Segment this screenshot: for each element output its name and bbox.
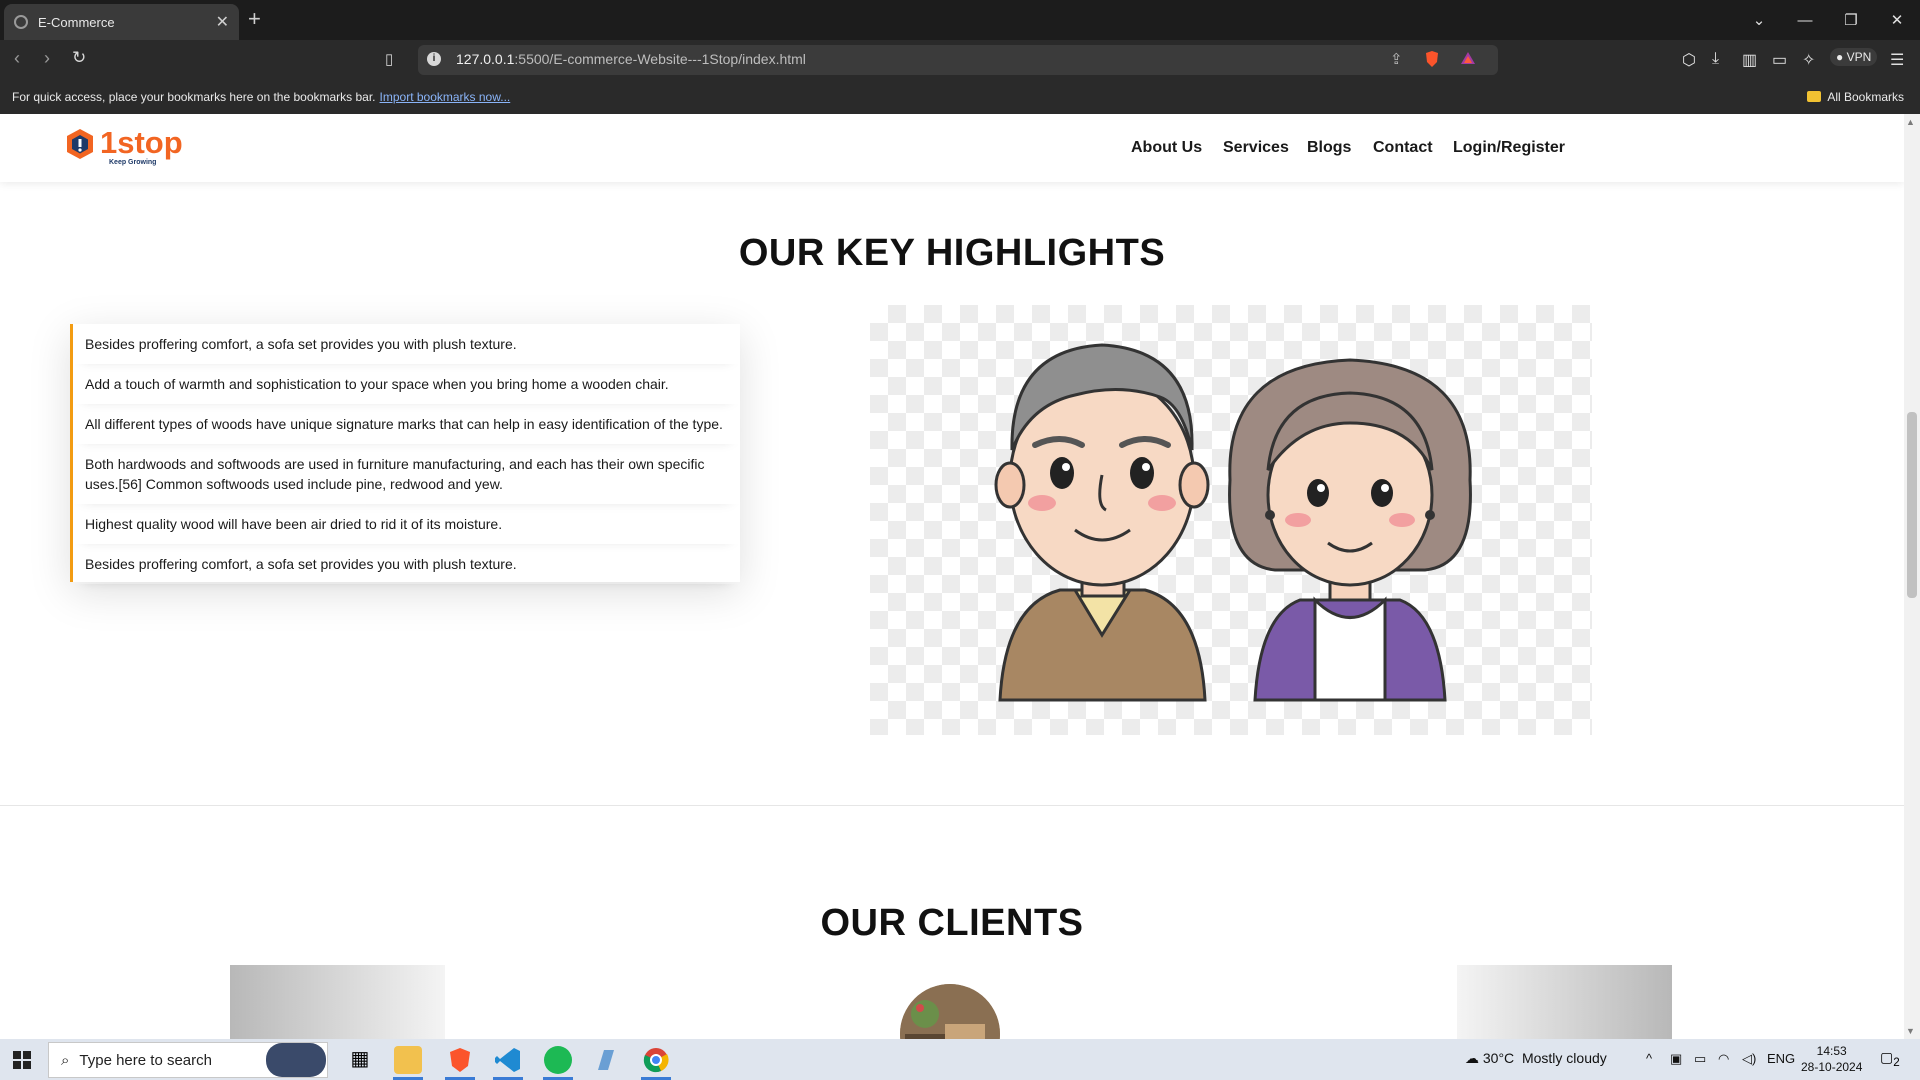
share-icon[interactable]: ⇪ (1390, 50, 1403, 68)
wallet-icon[interactable]: ▭ (1772, 50, 1787, 70)
battery-icon[interactable]: ▭ (1694, 1051, 1706, 1067)
scroll-down-icon[interactable]: ▼ (1906, 1026, 1915, 1036)
weather-widget[interactable]: ☁ 30°C Mostly cloudy (1465, 1050, 1607, 1067)
close-window-icon[interactable]: ✕ (1874, 0, 1920, 40)
bookmarks-bar: For quick access, place your bookmarks h… (0, 80, 1920, 114)
client-card (230, 965, 445, 1039)
chrome-icon[interactable] (642, 1046, 670, 1074)
clients-title: OUR CLIENTS (820, 902, 1084, 944)
scrollbar-thumb[interactable] (1907, 412, 1917, 598)
folder-icon (1807, 91, 1822, 102)
globe-icon (14, 15, 28, 29)
list-item: Besides proffering comfort, a sofa set p… (73, 544, 740, 584)
elderly-couple-illustration (870, 305, 1592, 735)
brave-shield-icon[interactable] (1424, 50, 1440, 72)
import-bookmarks-link[interactable]: Import bookmarks now... (380, 90, 511, 104)
brave-rewards-icon[interactable] (1460, 50, 1476, 70)
back-icon[interactable]: ‹ (14, 48, 20, 69)
file-explorer-icon[interactable] (394, 1046, 422, 1074)
site-info-icon[interactable]: i (427, 52, 441, 66)
vscode-icon[interactable] (494, 1046, 522, 1074)
bookmarks-hint: For quick access, place your bookmarks h… (12, 90, 511, 104)
minimize-icon[interactable]: — (1782, 0, 1828, 40)
woman-figure (1228, 358, 1472, 702)
nav-contact[interactable]: Contact (1373, 139, 1433, 157)
brave-browser-icon[interactable] (446, 1046, 474, 1074)
list-item: Highest quality wood will have been air … (73, 504, 740, 544)
notifications-icon[interactable]: ▢2 (1880, 1049, 1900, 1069)
client-card (1457, 965, 1672, 1039)
show-hidden-icons[interactable]: ^ (1646, 1051, 1652, 1066)
search-placeholder: Type here to search (79, 1051, 212, 1069)
list-item: All different types of woods have unique… (73, 404, 740, 444)
nav-blogs[interactable]: Blogs (1307, 139, 1351, 157)
search-icon: ⌕ (61, 1051, 70, 1069)
url-text[interactable]: 127.0.0.1:5500/E-commerce-Website---1Sto… (456, 51, 806, 67)
reload-icon[interactable]: ↻ (72, 48, 86, 68)
vpn-button[interactable]: ● VPN (1830, 48, 1878, 66)
nav-about-us[interactable]: About Us (1131, 139, 1202, 157)
site-header: 1stop Keep Growing About Us Services Blo… (0, 114, 1904, 182)
page-viewport: 1stop Keep Growing About Us Services Blo… (0, 114, 1904, 1039)
section-divider (0, 805, 1904, 806)
clock[interactable]: 14:53 28-10-2024 (1801, 1043, 1862, 1075)
list-item: Both hardwoods and softwoods are used in… (73, 444, 740, 504)
close-tab-icon[interactable]: ✕ (216, 12, 229, 32)
forward-icon[interactable]: › (44, 48, 50, 69)
tab-title: E-Commerce (38, 14, 115, 30)
list-item: Besides proffering comfort, a sofa set p… (73, 324, 740, 364)
bookmark-icon[interactable]: ▯ (385, 50, 393, 68)
clock-date: 28-10-2024 (1801, 1060, 1863, 1074)
meet-now-icon[interactable]: ▣ (1670, 1051, 1682, 1067)
clock-time: 14:53 (1816, 1044, 1847, 1058)
new-tab-button[interactable]: + (248, 6, 261, 32)
all-bookmarks[interactable]: All Bookmarks (1807, 90, 1904, 104)
extensions-icon[interactable]: ⬡ (1682, 50, 1696, 70)
window-controls: ⌄ — ❐ ✕ (1736, 0, 1920, 40)
nav-services[interactable]: Services (1223, 139, 1289, 157)
search-highlight-image[interactable] (266, 1043, 326, 1077)
volume-icon[interactable]: ◁) (1742, 1051, 1756, 1067)
browser-tab[interactable]: E-Commerce ✕ (4, 4, 239, 40)
restore-icon[interactable]: ❐ (1828, 0, 1874, 40)
browser-tab-bar: E-Commerce ✕ + ⌄ — ❐ ✕ (0, 0, 1920, 40)
tab-search-icon[interactable]: ⌄ (1736, 0, 1782, 40)
client-avatar (900, 984, 1000, 1039)
scroll-up-icon[interactable]: ▲ (1906, 117, 1915, 127)
wifi-icon[interactable]: ◠ (1718, 1051, 1729, 1067)
download-icon[interactable]: ⤓ (1712, 50, 1719, 68)
menu-icon[interactable]: ☰ (1890, 50, 1904, 70)
sidebar-icon[interactable]: ▥ (1742, 50, 1757, 70)
nav-login-register[interactable]: Login/Register (1453, 139, 1565, 157)
leo-ai-icon[interactable]: ✧ (1802, 50, 1815, 70)
app-icon[interactable] (592, 1046, 620, 1074)
svg-text:Keep Growing: Keep Growing (109, 159, 156, 166)
task-view-icon[interactable]: ▦ (346, 1046, 374, 1074)
highlights-title: OUR KEY HIGHLIGHTS (738, 232, 1166, 274)
language-indicator[interactable]: ENG (1767, 1051, 1795, 1066)
highlights-list: Besides proffering comfort, a sofa set p… (70, 324, 740, 582)
windows-taskbar: ⌕ Type here to search ▦ ☁ 30°C Mostly cl… (0, 1039, 1920, 1080)
man-figure (994, 343, 1210, 702)
spotify-icon[interactable] (544, 1046, 572, 1074)
site-logo[interactable]: 1stop Keep Growing (64, 125, 194, 168)
list-item: Add a touch of warmth and sophistication… (73, 364, 740, 404)
svg-text:1stop: 1stop (100, 126, 183, 160)
windows-start-icon[interactable] (13, 1051, 31, 1069)
